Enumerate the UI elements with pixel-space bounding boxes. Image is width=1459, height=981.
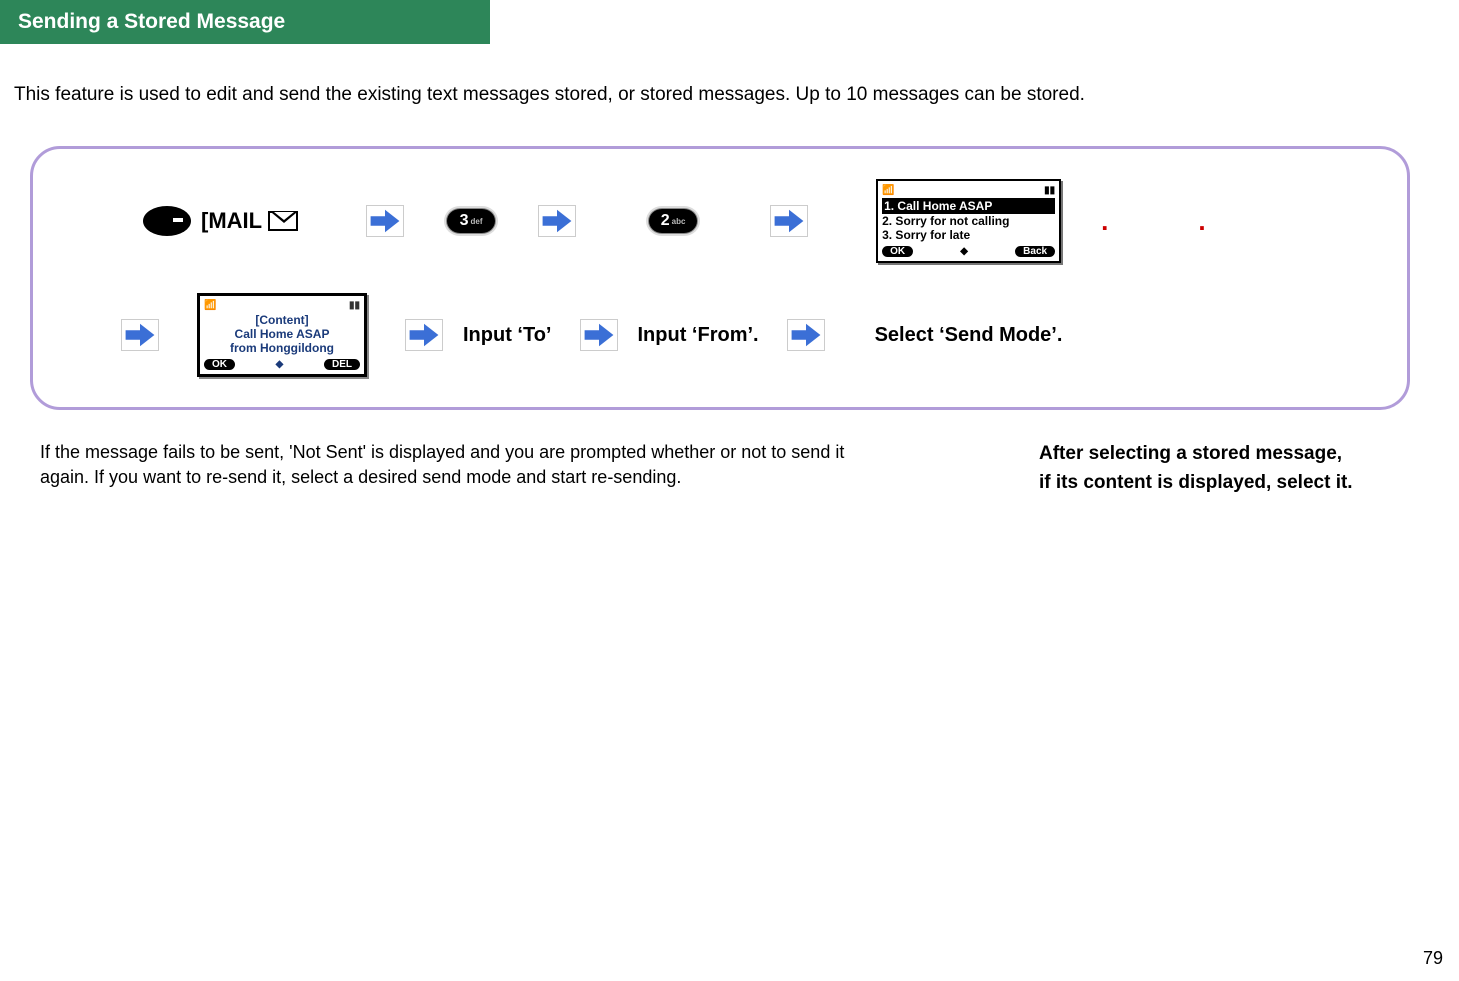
- page-number: 79: [1423, 948, 1443, 969]
- arrow-right-icon: [366, 205, 404, 237]
- footnotes: If the message fails to be sent, 'Not Se…: [0, 440, 1459, 497]
- signal-icon: [882, 185, 894, 196]
- keypad-3-icon: 3def: [446, 208, 496, 234]
- arrow-right-icon: [405, 319, 443, 351]
- stored-list-screen: 1. Call Home ASAP 2. Sorry for not calli…: [876, 179, 1061, 263]
- footnote-right-line: if its content is displayed, select it.: [1039, 469, 1419, 498]
- battery-icon: [1044, 185, 1055, 196]
- header-title: Sending a Stored Message: [18, 10, 285, 33]
- nav-indicator-icon: ◆: [960, 246, 968, 257]
- arrow-right-icon: [787, 319, 825, 351]
- side-key-icon: [143, 206, 191, 236]
- mail-envelope-icon: [268, 211, 298, 231]
- keypad-2-icon: 2abc: [648, 208, 698, 234]
- signal-icon: [204, 300, 216, 311]
- content-title: [Content]: [204, 313, 360, 327]
- arrow-right-icon: [770, 205, 808, 237]
- content-line: from Honggildong: [204, 341, 360, 355]
- softkey-back: Back: [1015, 246, 1055, 257]
- arrow-right-icon: [580, 319, 618, 351]
- list-item: 3. Sorry for late: [882, 228, 1055, 242]
- list-item-selected: 1. Call Home ASAP: [882, 198, 1055, 214]
- footnote-right-line: After selecting a stored message,: [1039, 440, 1419, 469]
- section-header: Sending a Stored Message: [0, 0, 490, 44]
- battery-icon: [349, 300, 360, 311]
- arrow-right-icon: [538, 205, 576, 237]
- mail-label: [MAIL: [201, 208, 262, 234]
- step-input-to: Input ‘To’: [463, 324, 552, 347]
- step-input-from: Input ‘From’.: [638, 324, 759, 347]
- flow-row-2: [Content] Call Home ASAP from Honggildon…: [53, 293, 1387, 377]
- intro-paragraph: This feature is used to edit and send th…: [14, 84, 1459, 106]
- flow-diagram: [MAIL 3def 2abc 1. Call Home ASAP 2. Sor…: [30, 146, 1410, 410]
- content-line: Call Home ASAP: [204, 327, 360, 341]
- footnote-right: After selecting a stored message, if its…: [1039, 440, 1419, 497]
- nav-indicator-icon: ◆: [276, 359, 284, 370]
- red-dot: .: [1101, 206, 1108, 237]
- content-screen: [Content] Call Home ASAP from Honggildon…: [197, 293, 367, 377]
- footnote-left: If the message fails to be sent, 'Not Se…: [40, 440, 890, 497]
- step-send-mode: Select ‘Send Mode’.: [875, 324, 1063, 347]
- softkey-del: DEL: [324, 359, 360, 370]
- flow-row-1: [MAIL 3def 2abc 1. Call Home ASAP 2. Sor…: [53, 179, 1387, 263]
- red-dot: .: [1198, 206, 1205, 237]
- softkey-ok: OK: [204, 359, 235, 370]
- list-item: 2. Sorry for not calling: [882, 214, 1055, 228]
- softkey-ok: OK: [882, 246, 913, 257]
- arrow-right-icon: [121, 319, 159, 351]
